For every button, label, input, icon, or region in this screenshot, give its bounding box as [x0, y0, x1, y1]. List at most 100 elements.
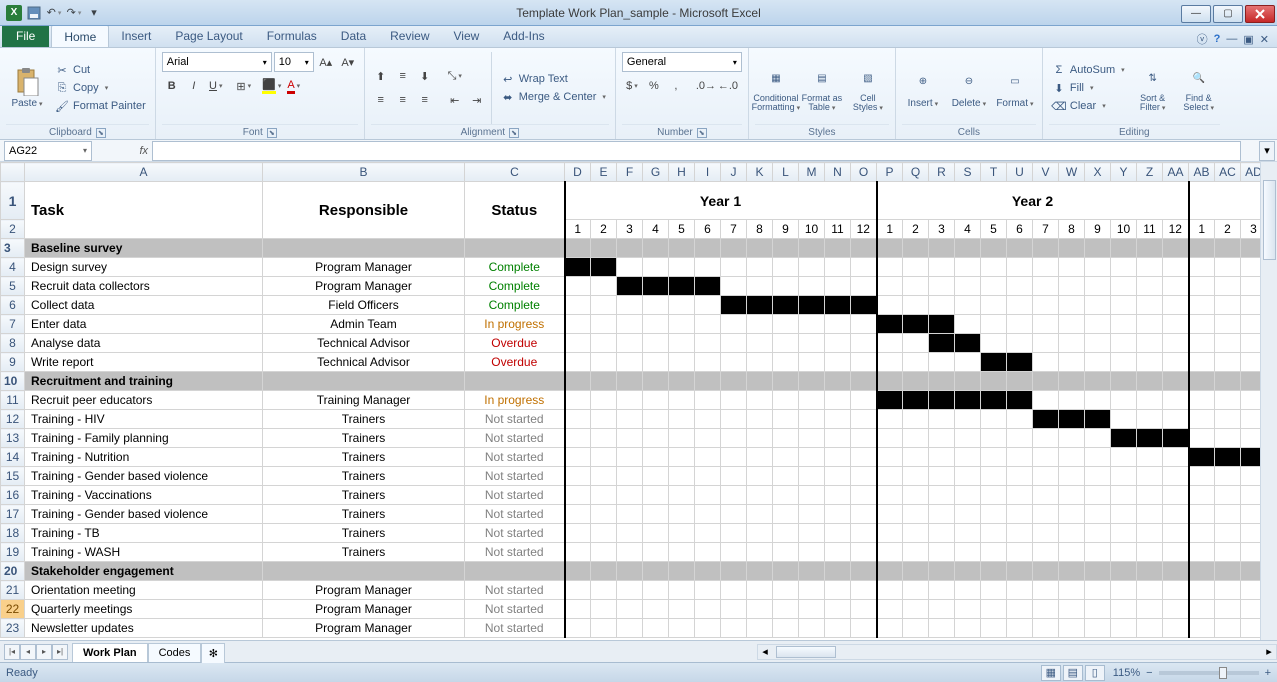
row-header[interactable]: 2 [1, 220, 25, 239]
gantt-cell[interactable] [903, 334, 929, 353]
tab-insert[interactable]: Insert [109, 25, 163, 47]
gantt-cell[interactable] [851, 391, 877, 410]
gantt-cell[interactable] [721, 543, 747, 562]
gantt-cell[interactable] [1059, 543, 1085, 562]
gantt-cell[interactable] [1215, 581, 1241, 600]
gantt-cell[interactable] [903, 505, 929, 524]
gantt-cell[interactable] [955, 410, 981, 429]
responsible-cell[interactable]: Trainers [263, 524, 465, 543]
gantt-cell[interactable] [1163, 296, 1189, 315]
row-header[interactable]: 17 [1, 505, 25, 524]
section-header[interactable]: Baseline survey [25, 239, 263, 258]
gantt-cell[interactable] [721, 467, 747, 486]
gantt-cell[interactable] [617, 315, 643, 334]
gantt-cell[interactable] [1085, 600, 1111, 619]
gantt-cell[interactable] [1111, 524, 1137, 543]
close-button[interactable] [1245, 5, 1275, 23]
gantt-cell[interactable] [1033, 391, 1059, 410]
gantt-cell[interactable] [1189, 448, 1215, 467]
orientation-button[interactable]: ⤡ [445, 66, 465, 86]
gantt-cell[interactable] [773, 543, 799, 562]
gantt-cell[interactable] [1111, 448, 1137, 467]
gantt-cell[interactable] [929, 353, 955, 372]
gantt-cell[interactable] [851, 581, 877, 600]
gantt-cell[interactable] [981, 296, 1007, 315]
row-header[interactable]: 3 [1, 239, 25, 258]
fill-button[interactable]: ⬇Fill [1049, 80, 1128, 96]
responsible-cell[interactable]: Program Manager [263, 258, 465, 277]
gantt-cell[interactable] [825, 334, 851, 353]
gantt-cell[interactable] [1163, 486, 1189, 505]
gantt-cell[interactable] [773, 619, 799, 638]
gantt-cell[interactable] [617, 581, 643, 600]
font-color-button[interactable]: A [284, 76, 304, 96]
gantt-cell[interactable] [617, 543, 643, 562]
gantt-cell[interactable] [799, 410, 825, 429]
gantt-cell[interactable] [929, 486, 955, 505]
cut-button[interactable]: ✂Cut [52, 62, 149, 78]
gantt-cell[interactable] [825, 600, 851, 619]
gantt-cell[interactable] [1085, 353, 1111, 372]
gantt-cell[interactable] [1007, 410, 1033, 429]
gantt-cell[interactable] [903, 429, 929, 448]
gantt-cell[interactable] [669, 619, 695, 638]
gantt-cell[interactable] [695, 600, 721, 619]
alignment-launcher[interactable]: ⬊ [509, 128, 519, 138]
gantt-cell[interactable] [955, 505, 981, 524]
gantt-cell[interactable] [591, 467, 617, 486]
gantt-cell[interactable] [669, 581, 695, 600]
gantt-cell[interactable] [565, 467, 591, 486]
gantt-cell[interactable] [799, 619, 825, 638]
gantt-cell[interactable] [1007, 391, 1033, 410]
gantt-cell[interactable] [617, 277, 643, 296]
gantt-cell[interactable] [643, 581, 669, 600]
gantt-cell[interactable] [1189, 429, 1215, 448]
gantt-cell[interactable] [825, 410, 851, 429]
name-box[interactable]: AG22▾ [4, 141, 92, 161]
col-header-S[interactable]: S [955, 163, 981, 182]
task-cell[interactable]: Collect data [25, 296, 263, 315]
responsible-cell[interactable]: Trainers [263, 410, 465, 429]
gantt-cell[interactable] [1111, 619, 1137, 638]
gantt-cell[interactable] [799, 353, 825, 372]
gantt-cell[interactable] [929, 258, 955, 277]
gantt-cell[interactable] [851, 410, 877, 429]
col-header-U[interactable]: U [1007, 163, 1033, 182]
gantt-cell[interactable] [669, 334, 695, 353]
font-launcher[interactable]: ⬊ [267, 128, 277, 138]
gantt-cell[interactable] [643, 467, 669, 486]
align-top-button[interactable]: ⬆ [371, 66, 391, 86]
gantt-cell[interactable] [1215, 296, 1241, 315]
gantt-cell[interactable] [1085, 296, 1111, 315]
tab-data[interactable]: Data [329, 25, 378, 47]
gantt-cell[interactable] [1111, 334, 1137, 353]
gantt-cell[interactable] [591, 429, 617, 448]
gantt-cell[interactable] [955, 353, 981, 372]
responsible-cell[interactable]: Trainers [263, 543, 465, 562]
sort-filter-button[interactable]: ⇅Sort & Filter [1132, 52, 1174, 124]
gantt-cell[interactable] [1189, 315, 1215, 334]
gantt-cell[interactable] [747, 448, 773, 467]
responsible-cell[interactable]: Trainers [263, 429, 465, 448]
gantt-cell[interactable] [877, 581, 903, 600]
row-header[interactable]: 11 [1, 391, 25, 410]
gantt-cell[interactable] [903, 296, 929, 315]
gantt-cell[interactable] [565, 391, 591, 410]
gantt-cell[interactable] [825, 315, 851, 334]
gantt-cell[interactable] [877, 429, 903, 448]
gantt-cell[interactable] [617, 429, 643, 448]
gantt-cell[interactable] [591, 524, 617, 543]
gantt-cell[interactable] [1215, 486, 1241, 505]
gantt-cell[interactable] [955, 315, 981, 334]
gantt-cell[interactable] [643, 524, 669, 543]
status-cell[interactable]: Not started [465, 467, 565, 486]
gantt-cell[interactable] [1111, 429, 1137, 448]
gantt-cell[interactable] [695, 505, 721, 524]
align-bottom-button[interactable]: ⬇ [415, 66, 435, 86]
gantt-cell[interactable] [1111, 315, 1137, 334]
gantt-cell[interactable] [799, 296, 825, 315]
gantt-cell[interactable] [929, 505, 955, 524]
gantt-cell[interactable] [1137, 600, 1163, 619]
gantt-cell[interactable] [747, 277, 773, 296]
gantt-cell[interactable] [747, 410, 773, 429]
